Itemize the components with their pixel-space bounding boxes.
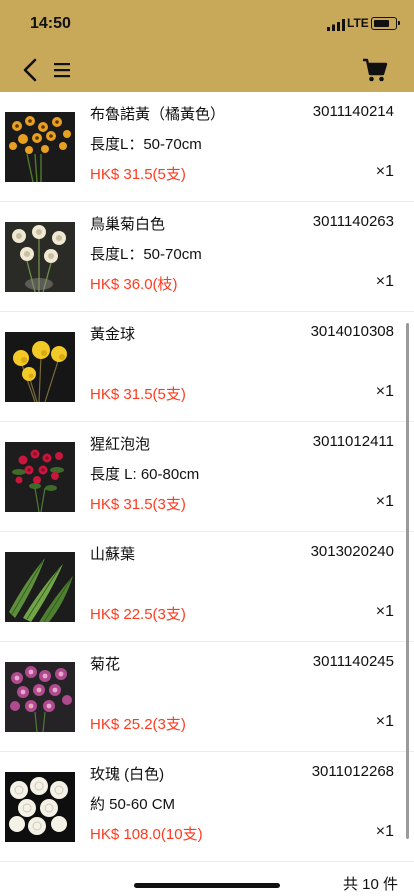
status-bar: 14:50 LTE: [0, 0, 414, 44]
item-quantity: ×1: [375, 823, 394, 840]
item-name: 猩紅泡泡: [90, 436, 151, 453]
back-chevron-icon[interactable]: [20, 58, 42, 82]
home-indicator[interactable]: [134, 883, 280, 888]
item-quantity: ×1: [375, 493, 394, 510]
hamburger-menu-icon[interactable]: [53, 61, 73, 79]
item-code: 3011012411: [312, 433, 394, 450]
item-quantity: ×1: [375, 383, 394, 400]
cart-footer: 共 10 件: [0, 868, 414, 896]
status-time: 14:50: [30, 15, 71, 32]
item-spec: 約 50-60 CM: [90, 796, 176, 813]
cart-item-row[interactable]: 布魯諾黃（橘黃色） 3011140214 長度L：50-70cm HK$ 31.…: [0, 92, 414, 202]
network-label: LTE: [347, 16, 369, 30]
item-price: HK$ 31.5(3支): [90, 496, 186, 513]
item-quantity: ×1: [375, 273, 394, 290]
item-spec: 長度L：50-70cm: [90, 246, 202, 263]
scrollbar[interactable]: [406, 323, 409, 839]
cart-item-row[interactable]: 菊花 3011140245 HK$ 25.2(3支) ×1: [0, 642, 414, 752]
item-thumbnail: [5, 332, 75, 402]
item-code: 3011012268: [311, 763, 394, 780]
item-name: 玫瑰 (白色): [90, 766, 165, 783]
item-quantity: ×1: [375, 713, 394, 730]
item-quantity: ×1: [375, 603, 394, 620]
app-header: 14:50 LTE: [0, 0, 414, 92]
item-code: 3013020240: [310, 543, 394, 560]
item-price: HK$ 31.5(5支): [90, 386, 186, 403]
item-name: 菊花: [90, 656, 121, 673]
item-thumbnail: [5, 222, 75, 292]
item-thumbnail: [5, 112, 75, 182]
item-price: HK$ 36.0(枝): [90, 276, 178, 293]
cart-item-row[interactable]: 玫瑰 (白色) 3011012268 約 50-60 CM HK$ 108.0(…: [0, 752, 414, 862]
item-code: 3011140245: [312, 653, 394, 670]
item-thumbnail: [5, 772, 75, 842]
item-thumbnail: [5, 552, 75, 622]
item-name: 鳥巢菊白色: [90, 216, 166, 233]
item-name: 黃金球: [90, 326, 136, 343]
item-spec: 長度 L: 60-80cm: [90, 466, 200, 483]
item-price: HK$ 31.5(5支): [90, 166, 186, 183]
signal-icon: [327, 19, 345, 31]
item-price: HK$ 22.5(3支): [90, 606, 186, 623]
item-code: 3011140214: [312, 103, 394, 120]
item-code: 3014010308: [310, 323, 394, 340]
item-thumbnail: [5, 442, 75, 512]
shopping-cart-icon[interactable]: [362, 57, 388, 83]
item-thumbnail: [5, 662, 75, 732]
cart-item-row[interactable]: 鳥巢菊白色 3011140263 長度L：50-70cm HK$ 36.0(枝)…: [0, 202, 414, 312]
item-spec: 長度L：50-70cm: [90, 136, 202, 153]
battery-icon: [371, 17, 400, 30]
cart-item-row[interactable]: 山蘇葉 3013020240 HK$ 22.5(3支) ×1: [0, 532, 414, 642]
item-price: HK$ 108.0(10支): [90, 826, 203, 843]
total-count: 共 10 件: [342, 876, 398, 893]
cart-item-row[interactable]: 黃金球 3014010308 HK$ 31.5(5支) ×1: [0, 312, 414, 422]
item-code: 3011140263: [312, 213, 394, 230]
item-name: 布魯諾黃（橘黃色）: [90, 106, 226, 123]
cart-item-list[interactable]: 布魯諾黃（橘黃色） 3011140214 長度L：50-70cm HK$ 31.…: [0, 92, 414, 868]
item-price: HK$ 25.2(3支): [90, 716, 186, 733]
item-name: 山蘇葉: [90, 546, 136, 563]
item-quantity: ×1: [375, 163, 394, 180]
cart-item-row[interactable]: 猩紅泡泡 3011012411 長度 L: 60-80cm HK$ 31.5(3…: [0, 422, 414, 532]
